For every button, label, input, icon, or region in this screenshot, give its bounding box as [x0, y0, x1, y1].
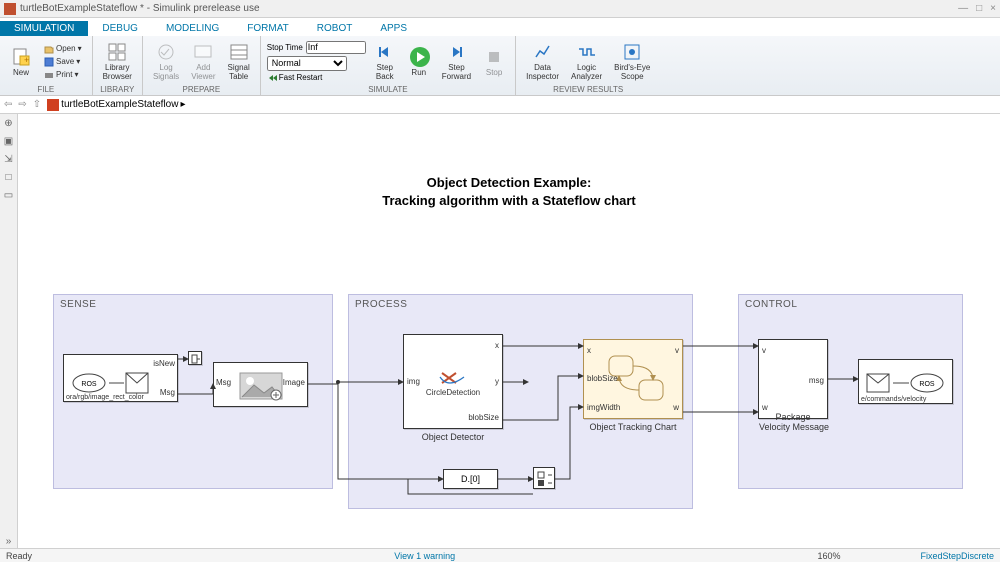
log-signals-button[interactable]: Log Signals — [149, 39, 183, 84]
tab-debug[interactable]: DEBUG — [88, 21, 152, 36]
nav-back-button[interactable]: ⇦ — [4, 99, 12, 110]
tab-apps[interactable]: APPS — [366, 21, 421, 36]
status-ready: Ready — [6, 551, 32, 561]
tab-simulation[interactable]: SIMULATION — [0, 21, 88, 36]
maximize-button[interactable]: □ — [976, 3, 982, 14]
stop-button[interactable]: Stop — [479, 44, 509, 80]
model-icon — [47, 99, 59, 111]
breadcrumb[interactable]: turtleBotExampleStateflow ▸ — [47, 99, 185, 111]
ribbon-group-simulate: Stop Time Normal Fast Restart Step Back … — [261, 36, 516, 95]
ribbon-group-review: Data Inspector Logic Analyzer Bird's-Eye… — [516, 36, 660, 95]
fit-icon[interactable]: ▣ — [3, 136, 15, 148]
annotate-icon[interactable]: □ — [3, 172, 15, 184]
canvas-toolbar: ⊕ ▣ ⇲ □ ▭ » — [0, 114, 18, 548]
birds-eye-button[interactable]: Bird's-Eye Scope — [610, 39, 654, 84]
pan-icon[interactable]: ⇲ — [3, 154, 15, 166]
data-inspector-button[interactable]: Data Inspector — [522, 39, 563, 84]
block-selector[interactable] — [533, 467, 555, 489]
run-button[interactable]: Run — [404, 44, 434, 80]
signal-table-button[interactable]: Signal Table — [224, 39, 254, 84]
diagram-title: Object Detection Example: Tracking algor… — [18, 174, 1000, 209]
block-object-detector[interactable]: img CircleDetection x y blobSize Object … — [403, 334, 503, 429]
fast-restart-label: Fast Restart — [279, 73, 323, 82]
sim-mode-select[interactable]: Normal — [267, 56, 347, 71]
ribbon-group-library: Library Browser LIBRARY — [93, 36, 143, 95]
zoom-in-icon[interactable]: ⊕ — [3, 118, 15, 130]
new-button[interactable]: + New — [6, 44, 36, 80]
status-warning[interactable]: View 1 warning — [394, 551, 455, 561]
status-solver[interactable]: FixedStepDiscrete — [920, 551, 994, 561]
ribbon-group-file: + New Open ▾ Save ▾ Print ▾ FILE — [0, 36, 93, 95]
expand-icon[interactable]: » — [3, 536, 15, 548]
block-width-const[interactable]: D.[0] — [443, 469, 498, 489]
block-tracking-chart[interactable]: x blobSize imgWidth v w Object Tracking … — [583, 339, 683, 419]
fast-restart-icon — [267, 73, 277, 83]
tab-robot[interactable]: ROBOT — [303, 21, 367, 36]
tab-modeling[interactable]: MODELING — [152, 21, 233, 36]
comment-icon[interactable]: ▭ — [3, 190, 15, 202]
step-forward-button[interactable]: Step Forward — [438, 39, 475, 84]
stop-time-input[interactable] — [306, 41, 366, 54]
step-back-button[interactable]: Step Back — [370, 39, 400, 84]
tab-format[interactable]: FORMAT — [233, 21, 302, 36]
ribbon: + New Open ▾ Save ▾ Print ▾ FILE Library… — [0, 36, 1000, 96]
status-bar: Ready View 1 warning 160% FixedStepDiscr… — [0, 548, 1000, 562]
block-terminator[interactable] — [188, 351, 202, 365]
title-bar: turtleBotExampleStateflow * - Simulink p… — [0, 0, 1000, 18]
logic-analyzer-button[interactable]: Logic Analyzer — [567, 39, 606, 84]
window-title: turtleBotExampleStateflow * - Simulink p… — [20, 3, 260, 14]
sim-controls: Stop Time Normal Fast Restart — [267, 41, 366, 83]
open-button[interactable]: Open ▾ — [40, 43, 86, 55]
minimize-button[interactable]: — — [958, 3, 968, 14]
breadcrumb-bar: ⇦ ⇨ ⇧ turtleBotExampleStateflow ▸ — [0, 96, 1000, 114]
ribbon-tabs: SIMULATION DEBUG MODELING FORMAT ROBOT A… — [0, 18, 1000, 36]
main-area: ⊕ ▣ ⇲ □ ▭ » Object Detection Example: Tr… — [0, 114, 1000, 548]
close-button[interactable]: × — [990, 3, 996, 14]
nav-up-button[interactable]: ⇧ — [33, 99, 41, 110]
svg-text:ROS: ROS — [919, 381, 935, 388]
nav-fwd-button[interactable]: ⇨ — [18, 99, 26, 110]
block-subscribe[interactable]: ROS isNew Msg ora/rgb/image_rect_color — [63, 354, 178, 402]
svg-text:+: + — [24, 55, 29, 65]
breadcrumb-model: turtleBotExampleStateflow — [61, 99, 178, 110]
status-zoom[interactable]: 160% — [817, 551, 840, 561]
add-viewer-button[interactable]: Add Viewer — [187, 39, 219, 84]
print-button[interactable]: Print ▾ — [40, 69, 86, 81]
ribbon-group-prepare: Log Signals Add Viewer Signal Table PREP… — [143, 36, 261, 95]
block-read-image[interactable]: Msg Image — [213, 362, 308, 407]
block-publish[interactable]: ROS e/commands/velocity — [858, 359, 953, 404]
canvas[interactable]: Object Detection Example: Tracking algor… — [18, 114, 1000, 548]
app-icon — [4, 3, 16, 15]
save-button[interactable]: Save ▾ — [40, 56, 86, 68]
library-browser-button[interactable]: Library Browser — [99, 39, 136, 84]
block-package-velocity[interactable]: v w msg Package Velocity Message — [758, 339, 828, 419]
svg-text:ROS: ROS — [81, 381, 97, 388]
stop-time-label: Stop Time — [267, 43, 303, 52]
